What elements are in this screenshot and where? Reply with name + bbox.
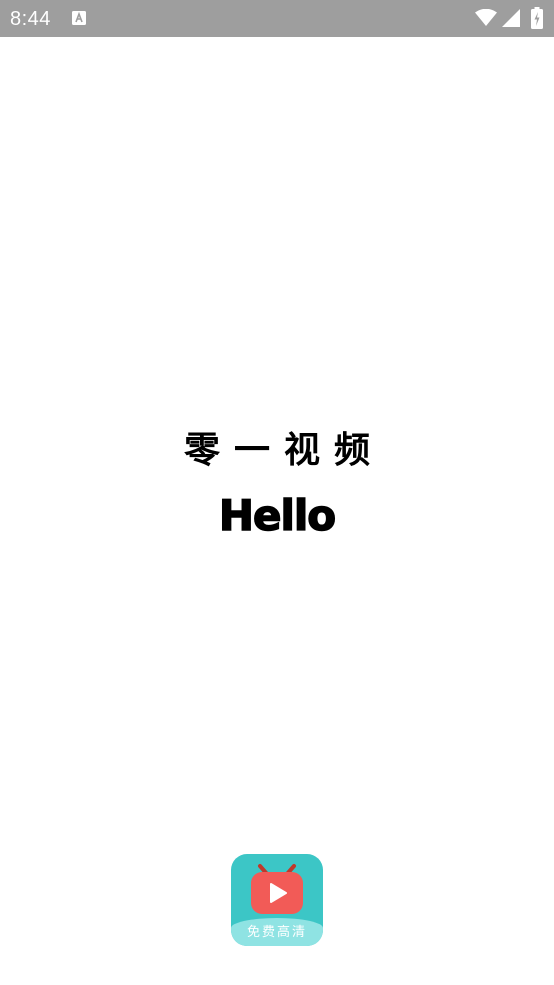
wifi-icon [475, 9, 497, 26]
notification-a-icon [72, 11, 86, 25]
logo-caption: 免费高清 [246, 925, 307, 940]
greeting-text: Hello [218, 490, 337, 541]
battery-charging-icon [531, 7, 543, 29]
splash-screen: 8:44 零一视频 Hello 免费高清 [0, 0, 554, 985]
status-bar: 8:44 [0, 0, 554, 37]
status-time: 8:44 [10, 8, 51, 30]
tv-play-icon [251, 864, 303, 914]
app-title: 零一视频 [183, 430, 384, 471]
app-logo: 免费高清 [231, 854, 323, 946]
signal-icon [502, 9, 520, 27]
